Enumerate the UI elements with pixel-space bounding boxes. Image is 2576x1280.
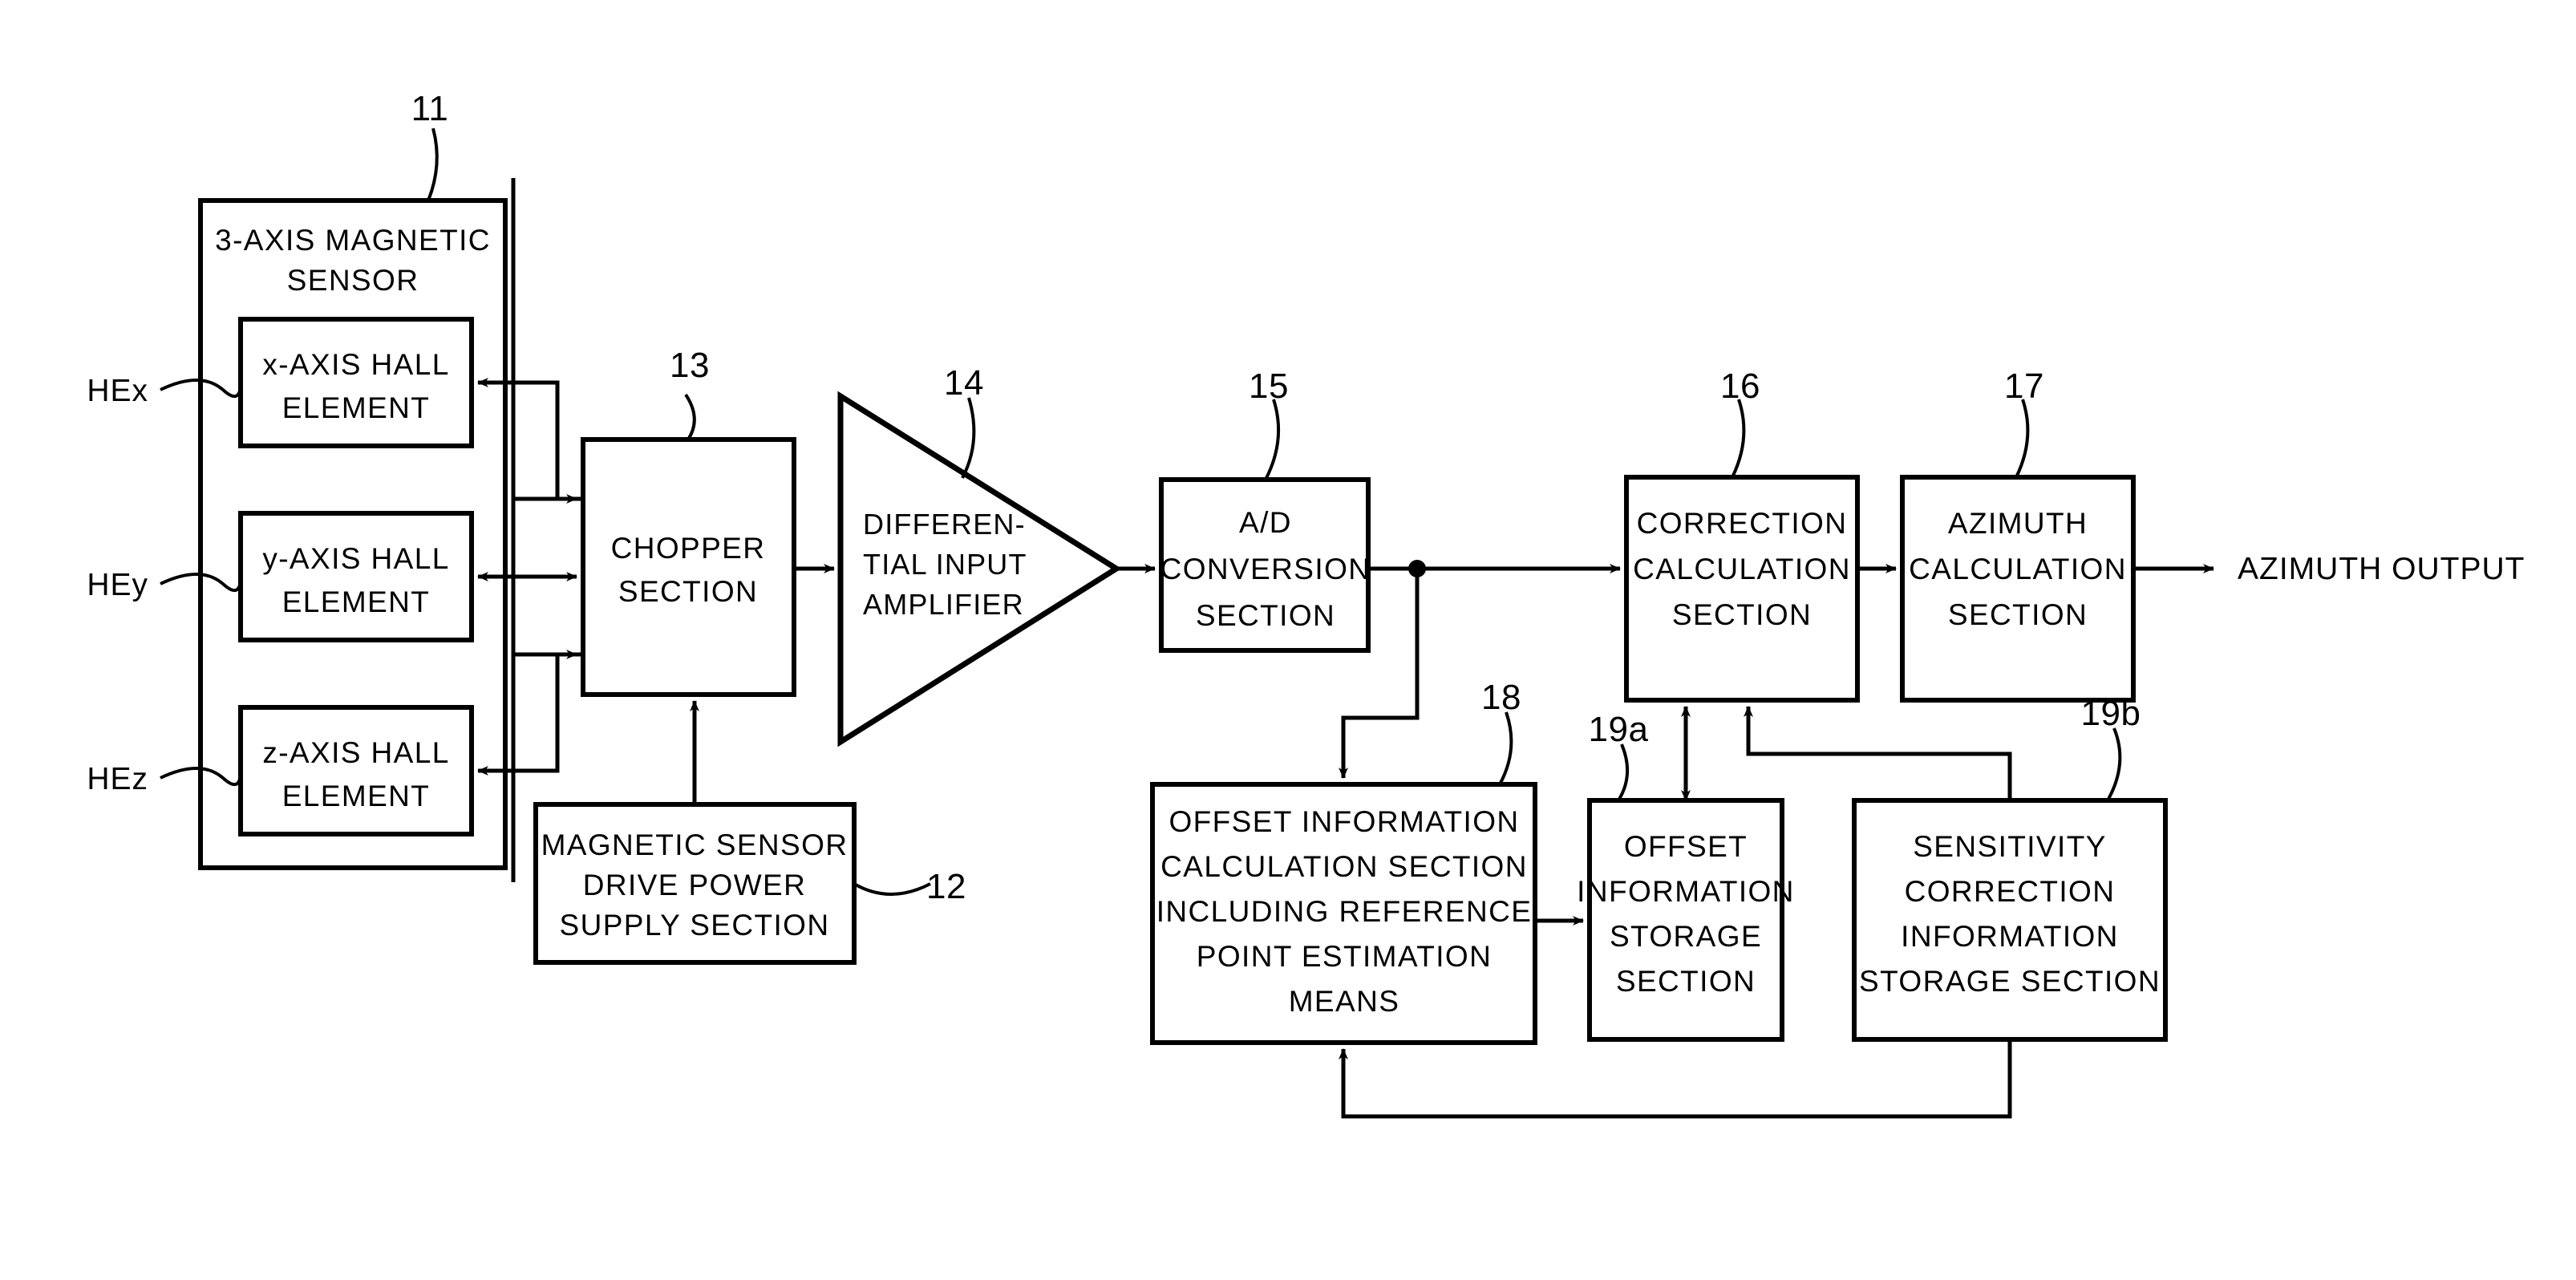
signal-label-azimuth-output: AZIMUTH OUTPUT	[2238, 552, 2525, 586]
wire-sensitivity-to-correction	[1744, 706, 2012, 800]
hall-z-box	[238, 705, 474, 836]
amplifier-line2: TIAL INPUT	[863, 548, 1027, 581]
hall-y-line1: y-AXIS HALL	[262, 542, 449, 575]
correction-line3: SECTION	[1672, 598, 1812, 631]
figure-canvas: 11 12 13 14 15 16 17 18 19a 19b HEx HEy …	[0, 0, 2576, 1280]
sensitivitystorage-line2: CORRECTION	[1905, 875, 2116, 908]
offsetstorage-line2: INFORMATION	[1577, 875, 1795, 908]
azimuth-line2: CALCULATION	[1909, 553, 2127, 585]
power-line2: DRIVE POWER	[583, 869, 807, 901]
azimuth-line3: SECTION	[1948, 598, 2088, 631]
refnum-12: 12	[926, 867, 966, 906]
sensitivitystorage-line4: STORAGE SECTION	[1859, 965, 2161, 998]
amplifier-line3: AMPLIFIER	[863, 588, 1024, 621]
refnum-15: 15	[1249, 367, 1289, 406]
offsetcalc-line5: MEANS	[1289, 985, 1400, 1018]
refnum-14: 14	[944, 363, 984, 403]
hall-x-line2: ELEMENT	[282, 391, 431, 424]
signal-label-hex: HEx	[87, 374, 148, 408]
leader-12	[853, 882, 931, 896]
sensor-title-line1: 3-AXIS MAGNETIC	[215, 224, 491, 257]
correction-line1: CORRECTION	[1637, 507, 1848, 540]
hall-z-line1: z-AXIS HALL	[262, 736, 449, 769]
sensitivitystorage-line1: SENSITIVITY	[1913, 830, 2107, 863]
leader-17	[2015, 399, 2030, 478]
signal-label-hez: HEz	[87, 762, 148, 796]
leader-18	[1498, 711, 1513, 785]
correction-line2: CALCULATION	[1633, 553, 1851, 585]
offsetcalc-line3: INCLUDING REFERENCE	[1156, 895, 1533, 928]
signal-label-hey: HEy	[87, 568, 148, 602]
leader-19a	[1617, 743, 1630, 802]
wire-sensitivity-feedback-to-offsetcalc	[1339, 1039, 2012, 1119]
leader-19b	[2106, 727, 2122, 801]
block-diagram-svg: 11 12 13 14 15 16 17 18 19a 19b HEx HEy …	[87, 89, 2525, 1119]
hall-y-line2: ELEMENT	[282, 585, 431, 618]
amplifier-line1: DIFFEREN-	[863, 508, 1026, 541]
azimuth-line1: AZIMUTH	[1948, 507, 2088, 540]
adc-line1: A/D	[1239, 506, 1292, 539]
offsetcalc-line4: POINT ESTIMATION	[1197, 940, 1492, 973]
hall-y-box	[238, 511, 474, 642]
leader-13	[684, 393, 696, 441]
refnum-17: 17	[2004, 367, 2044, 406]
hall-x-box	[238, 317, 474, 448]
refnum-19b: 19b	[2081, 694, 2141, 733]
refnum-11: 11	[411, 89, 449, 128]
refnum-16: 16	[1720, 367, 1760, 406]
chopper-box	[581, 437, 796, 697]
adc-line2: CONVERSION	[1160, 553, 1371, 585]
sensor-title-line2: SENSOR	[287, 264, 419, 297]
hall-z-line2: ELEMENT	[282, 780, 431, 812]
offsetstorage-line4: SECTION	[1616, 965, 1756, 998]
offsetstorage-line3: STORAGE	[1610, 920, 1762, 953]
offsetcalc-line2: CALCULATION SECTION	[1160, 850, 1528, 883]
leader-16	[1731, 399, 1746, 478]
adc-line3: SECTION	[1196, 599, 1335, 632]
leader-14	[961, 397, 976, 479]
refnum-18: 18	[1481, 678, 1521, 717]
refnum-19a: 19a	[1589, 710, 1649, 749]
leader-15	[1264, 399, 1281, 480]
offsetstorage-line1: OFFSET	[1624, 830, 1748, 863]
sensitivitystorage-line3: INFORMATION	[1901, 920, 2119, 953]
power-line1: MAGNETIC SENSOR	[541, 828, 849, 861]
chopper-line2: SECTION	[618, 575, 758, 608]
power-line3: SUPPLY SECTION	[560, 909, 830, 942]
offsetcalc-line1: OFFSET INFORMATION	[1169, 805, 1520, 838]
leader-11	[427, 128, 439, 201]
hall-x-line1: x-AXIS HALL	[262, 348, 449, 381]
chopper-line1: CHOPPER	[611, 532, 766, 565]
refnum-13: 13	[670, 346, 710, 385]
